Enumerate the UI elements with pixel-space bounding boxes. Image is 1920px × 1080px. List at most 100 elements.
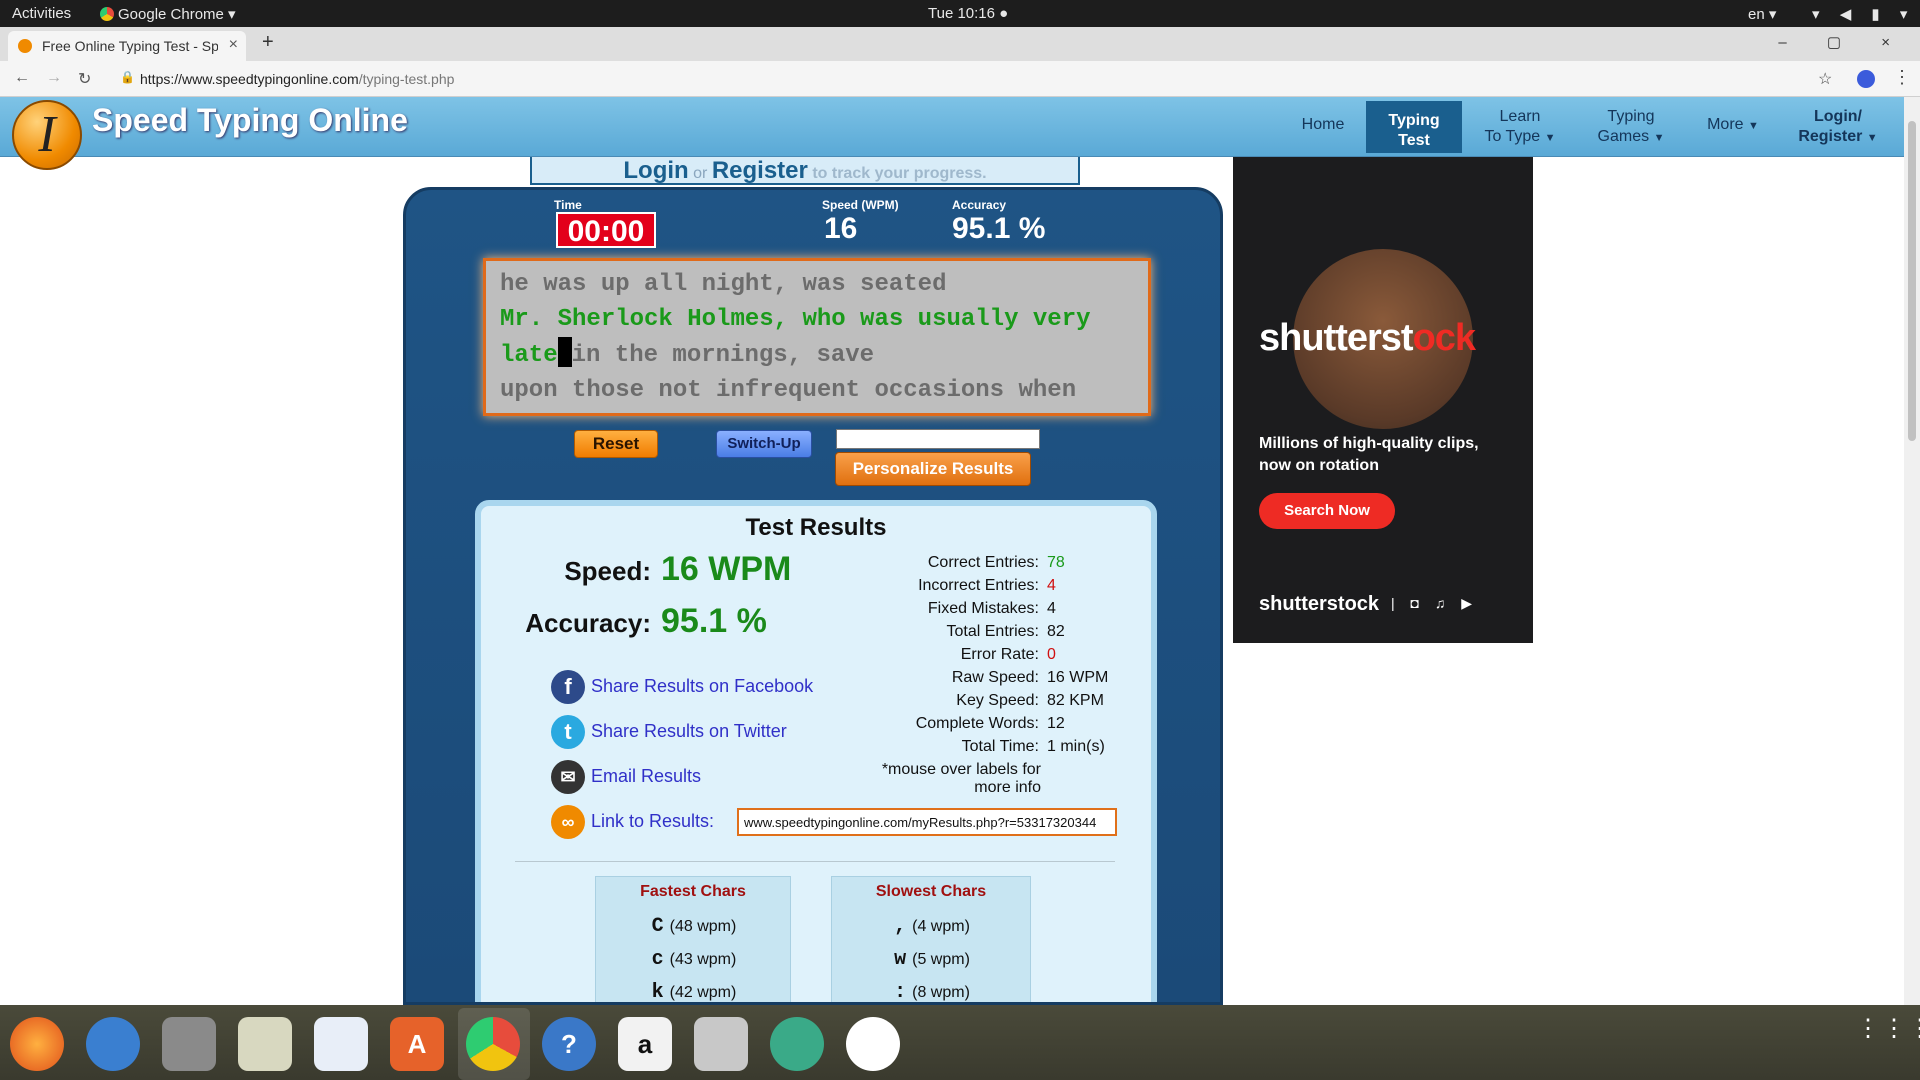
help-icon[interactable]: ? [542,1017,596,1071]
slack-icon[interactable] [846,1017,900,1071]
result-speed-label: Speed: [564,556,651,586]
char-row: w (5 wpm) [894,948,970,971]
link-to-results-label[interactable]: ∞ Link to Results: [551,805,714,839]
amazon-icon[interactable]: a [618,1017,672,1071]
detail-label[interactable]: Raw Speed: [859,669,1039,687]
url-field[interactable]: 🔒 https://www.speedtypingonline.com/typi… [112,66,1772,92]
system-tray[interactable]: ▾ ◀ ▮ ▾ [1812,5,1915,23]
detail-value: 0 [1047,646,1056,663]
back-icon[interactable]: ← [14,69,30,87]
ad-logo: shutterstock [1259,317,1476,359]
char-row: C (48 wpm) [651,915,737,938]
site-nav-bar: I Speed Typing Online Home Typing Test Le… [0,97,1904,170]
nav-login-register[interactable]: Login/Register ▼ [1790,97,1886,152]
speed-label: Speed (WPM) [822,198,899,212]
time-value: 00:00 [556,212,656,248]
detail-label[interactable]: Correct Entries: [859,554,1039,572]
dock: A ? a ⋮⋮⋮ [0,1005,1920,1080]
language-selector[interactable]: en ▾ [1748,5,1776,23]
share-twitter-link[interactable]: t Share Results on Twitter [551,715,787,749]
text-line: upon those not infrequent occasions when [500,377,1077,404]
extension-icon[interactable] [1857,70,1875,88]
show-applications-icon[interactable]: ⋮⋮⋮ [1856,1017,1920,1041]
shutterstock-ad[interactable]: shutterstock Millions of high-quality cl… [1233,157,1533,643]
url-text: https://www.speedtypingonline.com/typing… [140,71,455,87]
camera-icon[interactable] [694,1017,748,1071]
reload-icon[interactable]: ↻ [78,69,91,89]
app-menu-label: Google Chrome ▾ [118,6,236,23]
switch-up-button[interactable]: Switch-Up [716,430,812,458]
ad-media-icons: | ◘ ♫ ▶ [1391,595,1479,611]
test-results-box: Test Results Speed: 16 WPM Accuracy: 95.… [475,500,1157,1004]
nav-more[interactable]: More ▼ [1700,97,1766,152]
detail-value: 1 min(s) [1047,738,1105,755]
software-center-icon[interactable]: A [390,1017,444,1071]
chrome-menu-icon[interactable]: ⋮ [1893,67,1911,88]
reset-button[interactable]: Reset [574,430,658,458]
browser-tab[interactable]: Free Online Typing Test - Speed Typing O… [8,31,246,61]
speed-value: 16 [824,212,858,245]
bookmark-star-icon[interactable]: ☆ [1818,69,1832,89]
login-tail-text: to track your progress. [812,165,987,182]
close-tab-icon[interactable]: × [229,36,238,54]
detail-label[interactable]: Total Time: [859,738,1039,756]
share-facebook-link[interactable]: f Share Results on Facebook [551,670,813,704]
activities-button[interactable]: Activities [12,5,71,22]
caret-down-icon: ▼ [1866,132,1878,144]
detail-label[interactable]: Fixed Mistakes: [859,600,1039,618]
site-logo-icon[interactable]: I [12,100,82,170]
text-line: he was up all night, was seated [500,271,947,298]
fastest-chars-box: Fastest Chars C (48 wpm) c (43 wpm) k (42 w… [595,876,791,1002]
detail-value: 16 WPM [1047,669,1109,686]
detail-value: 4 [1047,600,1056,617]
detail-label[interactable]: Key Speed: [859,692,1039,710]
detail-label[interactable]: Complete Words: [859,715,1039,733]
page-scrollbar[interactable] [1904,97,1920,1005]
envelope-icon: ✉ [551,760,585,794]
scrollbar-thumb[interactable] [1908,121,1916,441]
text-line-typed: Mr. Sherlock Holmes, who was usually ver… [500,306,1091,333]
login-link[interactable]: Login [623,157,688,184]
writer-icon[interactable] [314,1017,368,1071]
personalize-input[interactable] [836,429,1040,449]
app-menu[interactable]: Google Chrome ▾ [100,5,236,23]
nav-learn-to-type[interactable]: Learn To Type ▼ [1476,97,1564,152]
new-tab-button[interactable]: + [262,31,274,54]
nav-home[interactable]: Home [1290,97,1356,152]
register-link[interactable]: Register [712,157,808,184]
personalize-results-button[interactable]: Personalize Results [835,452,1031,486]
files-icon[interactable] [162,1017,216,1071]
nav-typing-games[interactable]: Typing Games ▼ [1592,97,1670,152]
typing-text-area[interactable]: he was up all night, was seated Mr. Sher… [483,258,1151,416]
lock-icon: 🔒 [120,70,135,84]
ad-search-now-button[interactable]: Search Now [1259,493,1395,529]
chrome-icon[interactable] [466,1017,520,1071]
detail-label[interactable]: Total Entries: [859,623,1039,641]
results-link-input[interactable]: www.speedtypingonline.com/myResults.php?… [737,808,1117,836]
rhythmbox-icon[interactable] [238,1017,292,1071]
forward-icon[interactable]: → [46,69,62,87]
detail-label[interactable]: Incorrect Entries: [859,577,1039,595]
detail-value: 78 [1047,554,1065,571]
chrome-icon [100,7,114,21]
accuracy-value: 95.1 % [952,212,1046,245]
site-name[interactable]: Speed Typing Online [92,102,408,139]
email-results-link[interactable]: ✉ Email Results [551,760,701,794]
gnome-top-bar: Activities Google Chrome ▾ Tue 10:16 ● e… [0,0,1920,27]
char-row: : (8 wpm) [894,981,970,1004]
clock[interactable]: Tue 10:16 ● [928,5,1008,22]
slowest-chars-box: Slowest Chars , (4 wpm) w (5 wpm) : (8 wpm) [831,876,1031,1004]
detail-label[interactable]: Error Rate: [859,646,1039,664]
thunderbird-icon[interactable] [86,1017,140,1071]
detail-value: 82 [1047,623,1065,640]
twitter-icon: t [551,715,585,749]
nav-typing-test[interactable]: Typing Test [1366,101,1462,153]
facebook-icon: f [551,670,585,704]
caret-down-icon: ▼ [1748,120,1759,132]
char-row: , (4 wpm) [894,915,970,938]
caret-down-icon: ▼ [1653,132,1665,144]
window-controls[interactable]: – ▢ × [1778,33,1908,51]
slowest-chars-title: Slowest Chars [875,883,987,900]
firefox-icon[interactable] [10,1017,64,1071]
atom-icon[interactable] [770,1017,824,1071]
